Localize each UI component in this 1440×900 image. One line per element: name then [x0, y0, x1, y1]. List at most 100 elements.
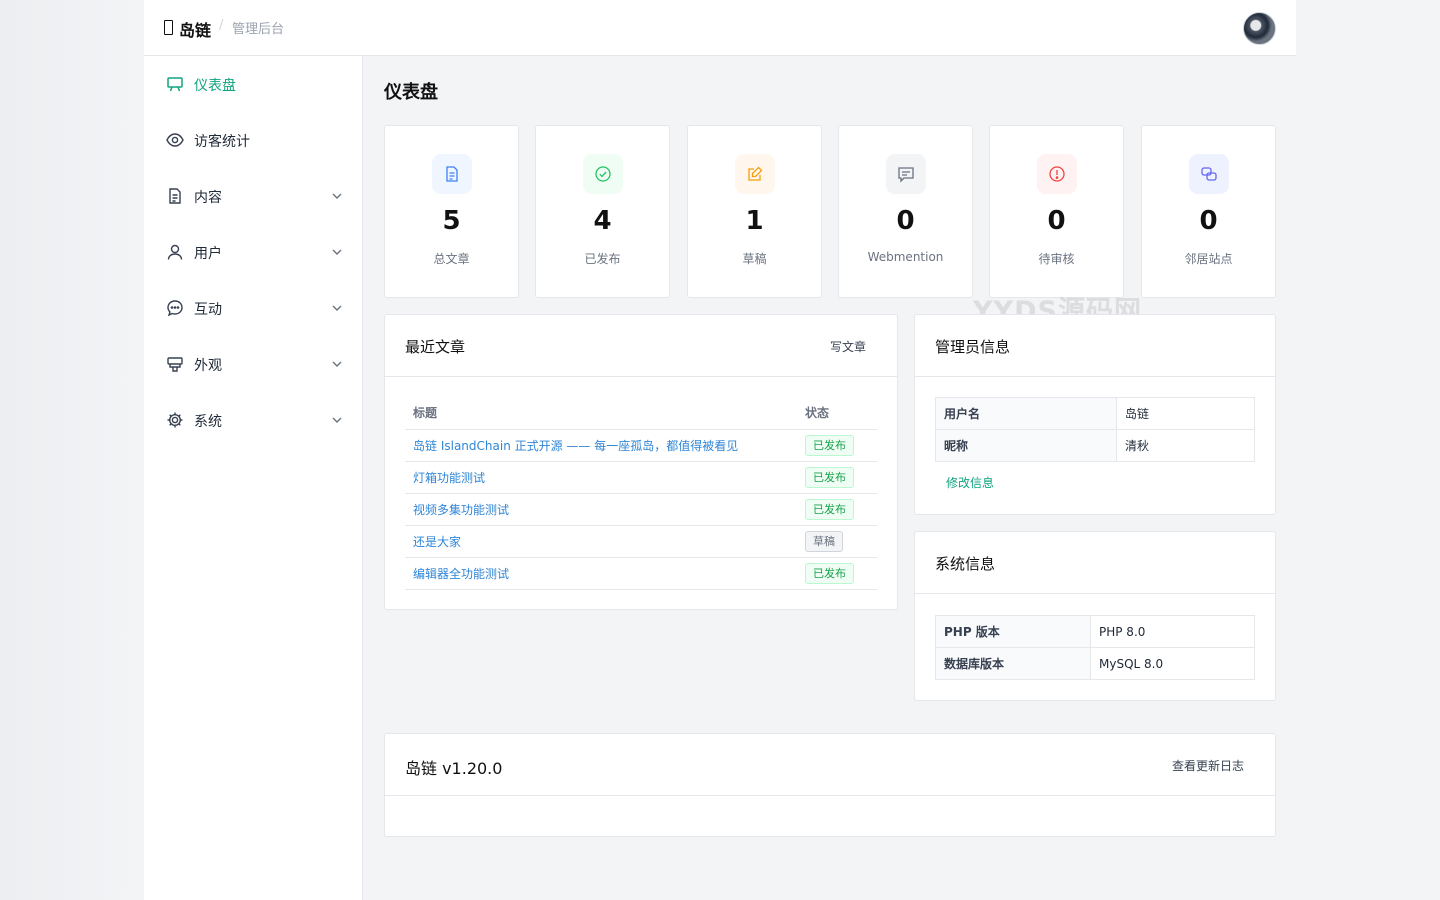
stat-value: 0 — [1199, 206, 1218, 236]
stat-card-webmention[interactable]: 0 Webmention — [838, 125, 973, 298]
sidebar-item-interactions[interactable]: 互动 — [144, 288, 363, 328]
version-title: 岛链 v1.20.0 — [405, 759, 503, 778]
dashboard-icon — [167, 77, 183, 92]
changelog-link[interactable]: 查看更新日志 — [1172, 757, 1244, 774]
chat-icon — [167, 300, 183, 317]
alert-circle-icon — [1037, 154, 1077, 194]
info-value: PHP 8.0 — [1090, 615, 1255, 648]
sidebar-item-label: 用户 — [194, 246, 222, 262]
brand-name[interactable]: 岛链 — [179, 17, 211, 41]
sidebar-item-system[interactable]: 系统 — [144, 400, 363, 440]
message-icon — [886, 154, 926, 194]
table-row: 数据库版本 MySQL 8.0 — [935, 647, 1255, 680]
eye-icon — [166, 133, 184, 147]
panel-title: 系统信息 — [935, 555, 996, 573]
table-row: PHP 版本 PHP 8.0 — [935, 615, 1255, 648]
post-title-link[interactable]: 视频多集功能测试 — [413, 503, 509, 517]
page-right-gutter — [1296, 0, 1440, 900]
write-post-button[interactable]: 写文章 — [830, 338, 866, 355]
sidebar-item-users[interactable]: 用户 — [144, 232, 363, 272]
brush-icon — [167, 357, 183, 372]
sidebar-item-label: 外观 — [194, 358, 222, 374]
sidebar: 仪表盘 访客统计 内容 用户 互动 外观 系统 — [144, 56, 363, 900]
stat-label: 总文章 — [433, 252, 470, 266]
user-avatar[interactable] — [1243, 12, 1276, 45]
post-title-link[interactable]: 还是大家 — [413, 535, 461, 549]
top-bar: 岛链 / 管理后台 — [144, 0, 1296, 56]
edit-info-link[interactable]: 修改信息 — [946, 474, 994, 491]
check-circle-icon — [583, 154, 623, 194]
panel-header: 岛链 v1.20.0 查看更新日志 — [385, 734, 1275, 796]
admin-info-panel: 管理员信息 用户名 岛链 昵称 清秋 修改信息 — [914, 314, 1276, 515]
main-content: 仪表盘 5 总文章 4 已发布 1 草稿 0 Webmention 0 待审核 … — [364, 56, 1296, 900]
link-icon — [1189, 154, 1229, 194]
chevron-down-icon — [332, 305, 342, 311]
page-title: 仪表盘 — [384, 82, 438, 103]
table-row: 用户名 岛链 — [935, 397, 1255, 430]
admin-app: 岛链 / 管理后台 仪表盘 访客统计 内容 用户 互动 外观 系统 仪表盘 5 … — [144, 0, 1296, 900]
file-text-icon — [432, 154, 472, 194]
post-title-link[interactable]: 岛链 IslandChain 正式开源 —— 每一座孤岛，都值得被看见 — [413, 439, 738, 453]
panel-header: 最近文章 写文章 — [385, 315, 897, 377]
post-title-link[interactable]: 灯箱功能测试 — [413, 471, 485, 485]
panel-header: 管理员信息 — [915, 315, 1275, 377]
table-row: 视频多集功能测试 已发布 — [405, 493, 877, 526]
status-badge: 已发布 — [805, 562, 854, 584]
recent-posts-table: 标题 状态 岛链 IslandChain 正式开源 —— 每一座孤岛，都值得被看… — [405, 397, 877, 590]
stat-value: 5 — [442, 206, 461, 236]
table-row: 还是大家 草稿 — [405, 525, 877, 558]
info-key: 用户名 — [935, 397, 1117, 430]
panel-title: 管理员信息 — [935, 338, 1011, 356]
chevron-down-icon — [332, 417, 342, 423]
status-badge: 已发布 — [805, 434, 854, 456]
sidebar-item-label: 内容 — [194, 190, 222, 206]
sidebar-item-label: 系统 — [194, 414, 222, 430]
sidebar-item-dashboard[interactable]: 仪表盘 — [144, 64, 363, 104]
user-icon — [167, 244, 183, 260]
info-value: 岛链 — [1116, 397, 1255, 430]
info-key: 数据库版本 — [935, 647, 1091, 680]
stat-label: Webmention — [867, 250, 944, 264]
panel-header: 系统信息 — [915, 532, 1275, 594]
stat-card-drafts[interactable]: 1 草稿 — [687, 125, 822, 298]
chevron-down-icon — [332, 361, 342, 367]
info-value: 清秋 — [1116, 429, 1255, 462]
brand-icon — [164, 20, 173, 35]
stat-value: 0 — [1047, 206, 1066, 236]
table-row: 岛链 IslandChain 正式开源 —— 每一座孤岛，都值得被看见 已发布 — [405, 429, 877, 462]
breadcrumb-subtitle: 管理后台 — [232, 22, 285, 37]
stat-value: 1 — [745, 206, 764, 236]
stat-label: 已发布 — [584, 252, 621, 266]
chevron-down-icon — [332, 249, 342, 255]
gear-icon — [167, 412, 183, 428]
status-badge: 已发布 — [805, 498, 854, 520]
sidebar-item-label: 仪表盘 — [194, 78, 236, 94]
stat-value: 0 — [896, 206, 915, 236]
stat-card-pending[interactable]: 0 待审核 — [989, 125, 1124, 298]
table-row: 灯箱功能测试 已发布 — [405, 461, 877, 494]
status-badge: 已发布 — [805, 466, 854, 488]
page-left-gutter — [0, 0, 144, 900]
stat-value: 4 — [593, 206, 612, 236]
breadcrumb-separator: / — [219, 18, 224, 33]
system-info-panel: 系统信息 PHP 版本 PHP 8.0 数据库版本 MySQL 8.0 — [914, 531, 1276, 701]
stat-card-total-posts[interactable]: 5 总文章 — [384, 125, 519, 298]
status-badge: 草稿 — [805, 530, 843, 552]
document-icon — [169, 188, 181, 204]
edit-icon — [735, 154, 775, 194]
table-row: 编辑器全功能测试 已发布 — [405, 557, 877, 590]
sidebar-item-visitors[interactable]: 访客统计 — [144, 120, 363, 160]
chevron-down-icon — [332, 193, 342, 199]
sidebar-item-label: 访客统计 — [194, 134, 250, 150]
sidebar-item-content[interactable]: 内容 — [144, 176, 363, 216]
stat-card-published[interactable]: 4 已发布 — [535, 125, 670, 298]
info-key: 昵称 — [935, 429, 1117, 462]
system-info-table: PHP 版本 PHP 8.0 数据库版本 MySQL 8.0 — [935, 615, 1255, 680]
sidebar-item-appearance[interactable]: 外观 — [144, 344, 363, 384]
stat-card-neighbors[interactable]: 0 邻居站点 — [1141, 125, 1276, 298]
admin-info-table: 用户名 岛链 昵称 清秋 — [935, 397, 1255, 462]
info-value: MySQL 8.0 — [1090, 647, 1255, 680]
stat-label: 待审核 — [1038, 252, 1075, 266]
table-row: 昵称 清秋 — [935, 429, 1255, 462]
post-title-link[interactable]: 编辑器全功能测试 — [413, 567, 509, 581]
